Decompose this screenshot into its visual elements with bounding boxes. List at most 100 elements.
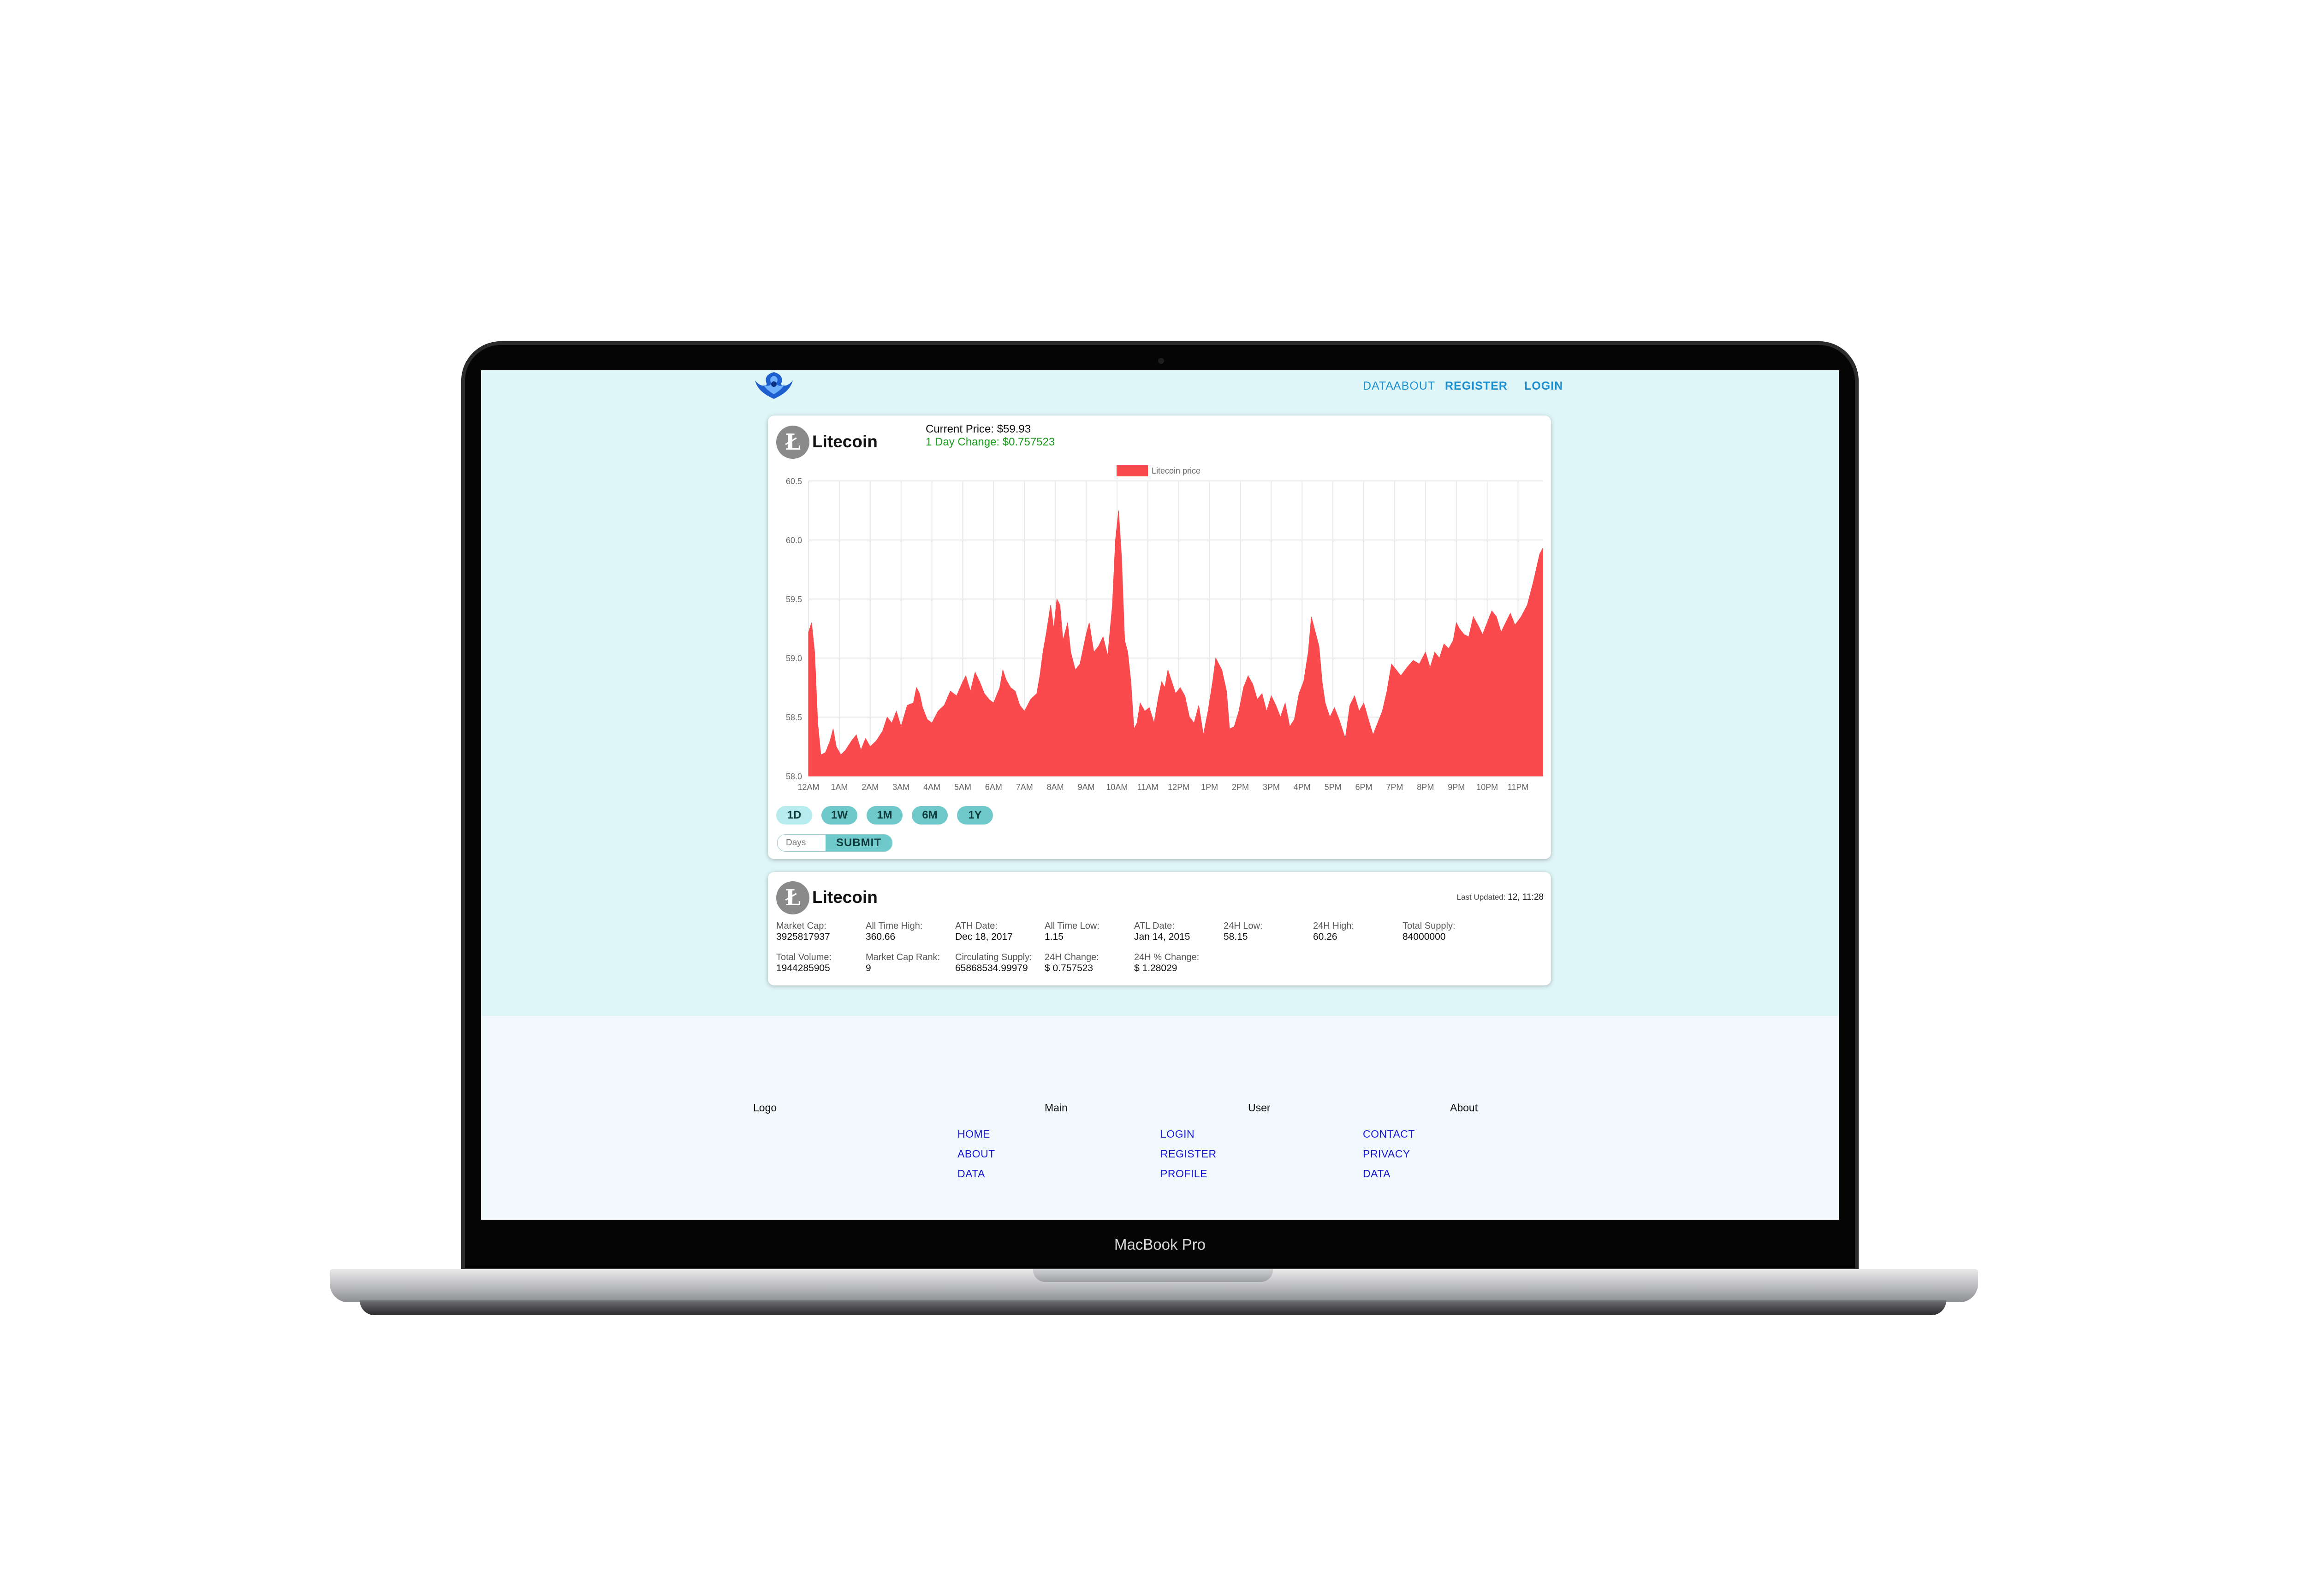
- stat-label: Market Cap Rank:: [866, 952, 940, 962]
- y-tick-label: 58.0: [786, 772, 802, 781]
- last-updated: Last Updated: 12, 11:28: [1457, 892, 1544, 902]
- stat-24h-low: 24H Low: 58.15: [1224, 921, 1311, 943]
- stat-label: Total Volume:: [776, 952, 832, 962]
- stat-atl-date: ATL Date: Jan 14, 2015: [1134, 921, 1222, 943]
- x-tick-label: 2PM: [1232, 783, 1249, 792]
- x-tick-label: 7PM: [1386, 783, 1403, 792]
- site-footer: [481, 1016, 1839, 1220]
- coin-title: Litecoin: [812, 888, 878, 907]
- range-1m-button[interactable]: 1M: [867, 806, 903, 825]
- footer-link-data-about[interactable]: DATA: [1363, 1168, 1391, 1180]
- stat-value: Dec 18, 2017: [955, 931, 1013, 942]
- stat-value: 9: [866, 963, 871, 973]
- stat-label: All Time High:: [866, 921, 923, 931]
- footer-link-profile[interactable]: PROFILE: [1160, 1168, 1207, 1180]
- footer-link-data[interactable]: DATA: [957, 1168, 985, 1180]
- range-1d-button[interactable]: 1D: [776, 806, 812, 825]
- x-tick-label: 6AM: [985, 783, 1002, 792]
- x-tick-label: 1PM: [1201, 783, 1218, 792]
- stat-value: Jan 14, 2015: [1134, 931, 1190, 942]
- nav-about-link[interactable]: ABOUT: [1393, 380, 1435, 393]
- stat-all-time-high: All Time High: 360.66: [866, 921, 953, 943]
- x-tick-label: 7AM: [1016, 783, 1033, 792]
- y-tick-label: 60.0: [786, 536, 802, 545]
- stat-24h-percent-change: 24H % Change: $ 1.28029: [1134, 952, 1222, 974]
- price-area: [808, 510, 1543, 777]
- stat-label: ATL Date:: [1134, 921, 1175, 931]
- stat-label: Market Cap:: [776, 921, 826, 931]
- stat-label: All Time Low:: [1045, 921, 1100, 931]
- footer-heading-logo: Logo: [753, 1102, 777, 1114]
- laptop-notch: [1033, 1269, 1273, 1282]
- footer-heading-about: About: [1450, 1102, 1478, 1114]
- litecoin-icon: Ł: [776, 881, 809, 914]
- device-label: MacBook Pro: [1114, 1236, 1206, 1253]
- y-tick-label: 58.5: [786, 713, 802, 722]
- footer-heading-user: User: [1248, 1102, 1271, 1114]
- x-tick-label: 8PM: [1417, 783, 1434, 792]
- nav-register-link[interactable]: REGISTER: [1445, 380, 1508, 393]
- stat-value: $ 1.28029: [1134, 963, 1177, 973]
- stat-label: 24H % Change:: [1134, 952, 1200, 962]
- stat-all-time-low: All Time Low: 1.15: [1045, 921, 1132, 943]
- stat-circulating-supply: Circulating Supply: 65868534.99979: [955, 952, 1043, 974]
- site-logo-icon[interactable]: [753, 370, 795, 403]
- stat-label: Total Supply:: [1403, 921, 1456, 931]
- stat-total-supply: Total Supply: 84000000: [1403, 921, 1490, 943]
- last-updated-value: 12, 11:28: [1508, 892, 1544, 902]
- x-tick-label: 5PM: [1325, 783, 1342, 792]
- x-tick-label: 4AM: [923, 783, 940, 792]
- days-form: SUBMIT: [777, 834, 892, 852]
- x-tick-label: 10PM: [1476, 783, 1498, 792]
- stat-value: 1.15: [1045, 931, 1064, 942]
- y-tick-label: 59.5: [786, 595, 802, 604]
- stat-24h-high: 24H High: 60.26: [1313, 921, 1401, 943]
- x-tick-label: 9AM: [1078, 783, 1095, 792]
- stat-value: 58.15: [1224, 931, 1248, 942]
- legend-label: Litecoin price: [1152, 466, 1201, 475]
- coin-stats-card: Ł Litecoin Last Updated: 12, 11:28 Marke…: [768, 872, 1551, 985]
- laptop-base-edge: [360, 1300, 1946, 1315]
- price-chart-card: Ł Litecoin Current Price: $59.93 1 Day C…: [768, 415, 1551, 859]
- range-1y-button[interactable]: 1Y: [957, 806, 993, 825]
- stat-label: 24H Change:: [1045, 952, 1099, 962]
- nav-login-link[interactable]: LOGIN: [1524, 380, 1563, 393]
- x-tick-label: 10AM: [1106, 783, 1128, 792]
- x-tick-label: 4PM: [1294, 783, 1311, 792]
- stat-total-volume: Total Volume: 1944285905: [776, 952, 864, 974]
- footer-link-contact[interactable]: CONTACT: [1363, 1128, 1415, 1140]
- footer-link-privacy[interactable]: PRIVACY: [1363, 1148, 1410, 1160]
- x-tick-label: 12AM: [797, 783, 819, 792]
- x-tick-label: 1AM: [831, 783, 848, 792]
- stat-value: 84000000: [1403, 931, 1446, 942]
- last-updated-label: Last Updated:: [1456, 893, 1506, 902]
- days-input[interactable]: [778, 835, 832, 851]
- stat-ath-date: ATH Date: Dec 18, 2017: [955, 921, 1043, 943]
- footer-link-about[interactable]: ABOUT: [957, 1148, 995, 1160]
- stat-label: Circulating Supply:: [955, 952, 1032, 962]
- stat-value: $ 0.757523: [1045, 963, 1094, 973]
- footer-link-login[interactable]: LOGIN: [1160, 1128, 1195, 1140]
- x-tick-label: 11PM: [1508, 783, 1529, 792]
- x-tick-label: 3AM: [892, 783, 909, 792]
- stat-market-cap: Market Cap: 3925817937: [776, 921, 864, 943]
- stat-label: 24H Low:: [1224, 921, 1263, 931]
- nav-data-link[interactable]: DATA: [1363, 380, 1394, 393]
- footer-link-home[interactable]: HOME: [957, 1128, 990, 1140]
- x-tick-label: 12PM: [1168, 783, 1189, 792]
- stat-24h-change: 24H Change: $ 0.757523: [1045, 952, 1132, 974]
- laptop-screen: DATA ABOUT REGISTER LOGIN Ł Litecoin Cur…: [481, 370, 1839, 1220]
- submit-button[interactable]: SUBMIT: [826, 835, 892, 851]
- x-tick-label: 8AM: [1047, 783, 1064, 792]
- range-1w-button[interactable]: 1W: [821, 806, 857, 825]
- footer-heading-main: Main: [1045, 1102, 1068, 1114]
- footer-link-register[interactable]: REGISTER: [1160, 1148, 1217, 1160]
- legend-swatch: [1117, 465, 1148, 476]
- range-6m-button[interactable]: 6M: [912, 806, 948, 825]
- stat-value: 65868534.99979: [955, 963, 1028, 973]
- stat-value: 1944285905: [776, 963, 830, 973]
- x-tick-label: 5AM: [954, 783, 971, 792]
- x-tick-label: 6PM: [1355, 783, 1373, 792]
- x-tick-label: 11AM: [1137, 783, 1159, 792]
- stat-value: 360.66: [866, 931, 896, 942]
